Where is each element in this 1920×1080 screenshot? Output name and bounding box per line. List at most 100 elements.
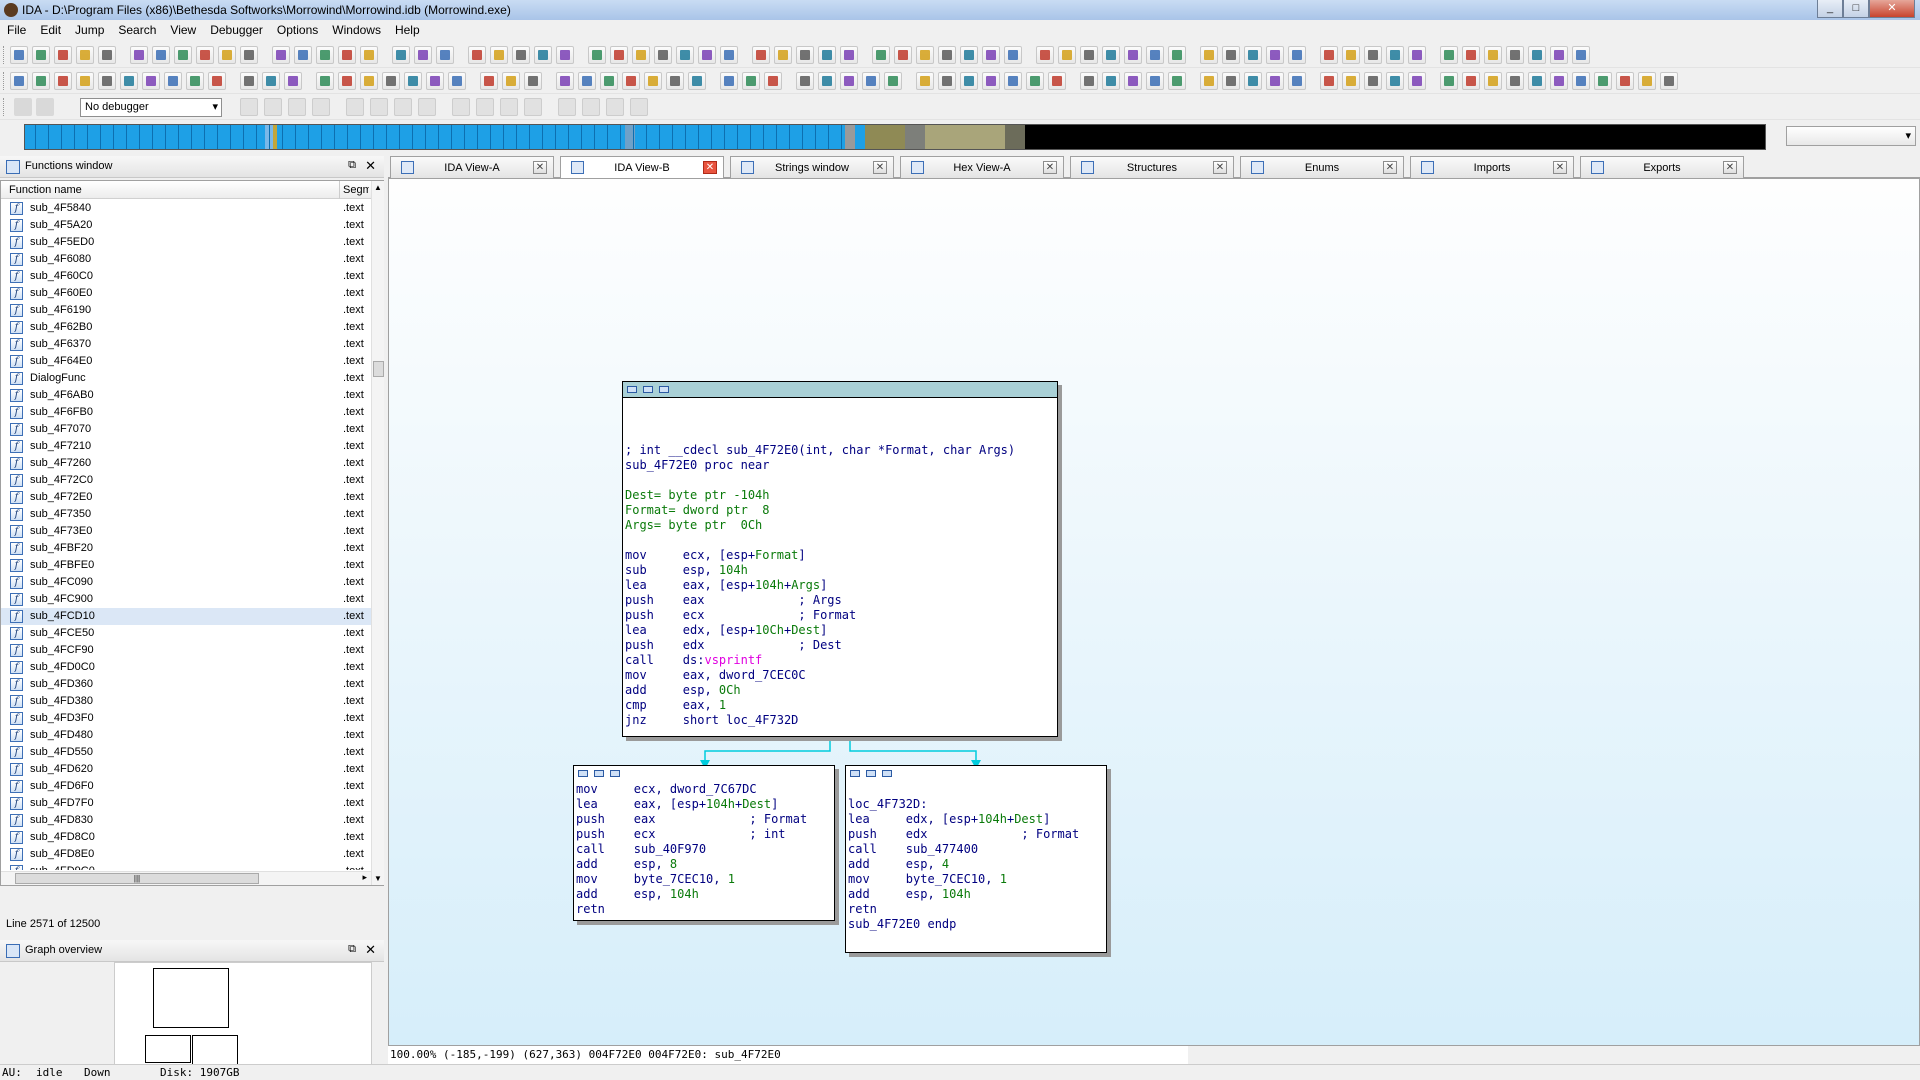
toolbar-button-icon[interactable] [556, 46, 574, 64]
close-icon[interactable]: ✕ [1553, 161, 1567, 174]
tab-enums[interactable]: Enums ✕ [1240, 156, 1404, 178]
toolbar-button-icon[interactable] [1342, 72, 1360, 90]
menu-debugger[interactable]: Debugger [203, 20, 270, 37]
toolbar-button-icon[interactable] [1048, 72, 1066, 90]
toolbar-button-icon[interactable] [654, 46, 672, 64]
toolbar-button-icon[interactable] [1102, 46, 1120, 64]
toolbar-button-icon[interactable] [76, 46, 94, 64]
function-row[interactable]: f sub_4FC900 .text [1, 591, 371, 608]
close-icon[interactable]: ✕ [1043, 161, 1057, 174]
toolbar-button-icon[interactable] [1200, 46, 1218, 64]
column-segment[interactable]: Segment [343, 184, 369, 196]
toolbar-button-icon[interactable] [818, 72, 836, 90]
function-row[interactable]: f sub_4F6370 .text [1, 336, 371, 353]
function-row[interactable]: f sub_4FCD10 .text [1, 608, 371, 625]
debugger-step-icon[interactable] [346, 98, 364, 116]
function-row[interactable]: f sub_4FD480 .text [1, 727, 371, 744]
toolbar-button-icon[interactable] [688, 72, 706, 90]
maximize-button[interactable]: □ [1843, 0, 1869, 18]
tab-imports[interactable]: Imports ✕ [1410, 156, 1574, 178]
function-row[interactable]: f sub_4FCE50 .text [1, 625, 371, 642]
toolbar-button-icon[interactable] [938, 72, 956, 90]
toolbar-button-icon[interactable] [1550, 72, 1568, 90]
toolbar-button-icon[interactable] [1058, 46, 1076, 64]
toolbar-button-icon[interactable] [142, 72, 160, 90]
toolbar-button-icon[interactable] [1638, 72, 1656, 90]
toolbar-button-icon[interactable] [960, 72, 978, 90]
scroll-up-icon[interactable]: ▲ [374, 183, 382, 192]
debugger-step-icon[interactable] [630, 98, 648, 116]
graph-node-fallthrough[interactable]: mov ecx, dword_7C67DC lea eax, [esp+104h… [573, 765, 835, 921]
toolbar-button-icon[interactable] [840, 72, 858, 90]
toolbar-button-icon[interactable] [512, 46, 530, 64]
navigation-band[interactable] [24, 124, 1766, 150]
toolbar-button-icon[interactable] [1594, 72, 1612, 90]
toolbar-button-icon[interactable] [338, 72, 356, 90]
toolbar-button-icon[interactable] [98, 46, 116, 64]
function-row[interactable]: f sub_4FD360 .text [1, 676, 371, 693]
toolbar-button-icon[interactable] [120, 72, 138, 90]
tab-ida-view-a[interactable]: IDA View-A ✕ [390, 156, 554, 178]
function-row[interactable]: f sub_4FC090 .text [1, 574, 371, 591]
hscroll-thumb[interactable]: ||| [15, 873, 259, 884]
toolbar-button-icon[interactable] [10, 46, 28, 64]
functions-horizontal-scrollbar[interactable]: ||| ▸ [1, 871, 371, 885]
toolbar-button-icon[interactable] [480, 72, 498, 90]
toolbar-button-icon[interactable] [894, 46, 912, 64]
function-row[interactable]: f sub_4F5A20 .text [1, 217, 371, 234]
toolbar-button-icon[interactable] [1266, 72, 1284, 90]
toolbar-button-icon[interactable] [10, 72, 28, 90]
function-row[interactable]: f sub_4FD0C0 .text [1, 659, 371, 676]
toolbar-button-icon[interactable] [1080, 72, 1098, 90]
toolbar-button-icon[interactable] [502, 72, 520, 90]
function-row[interactable]: f sub_4F7210 .text [1, 438, 371, 455]
function-row[interactable]: f sub_4F7260 .text [1, 455, 371, 472]
toolbar-button-icon[interactable] [1660, 72, 1678, 90]
toolbar-button-icon[interactable] [284, 72, 302, 90]
toolbar-button-icon[interactable] [360, 72, 378, 90]
toolbar-button-icon[interactable] [1244, 46, 1262, 64]
toolbar-button-icon[interactable] [588, 46, 606, 64]
debugger-step-icon[interactable] [370, 98, 388, 116]
function-row[interactable]: f sub_4F5ED0 .text [1, 234, 371, 251]
toolbar-button-icon[interactable] [632, 46, 650, 64]
toolbar-button-icon[interactable] [1528, 72, 1546, 90]
graph-node-loc-4f732d[interactable]: loc_4F732D: lea edx, [esp+104h+Dest] pus… [845, 765, 1107, 953]
close-icon[interactable]: ✕ [533, 161, 547, 174]
toolbar-button-icon[interactable] [1168, 72, 1186, 90]
function-row[interactable]: f sub_4FD8C0 .text [1, 829, 371, 846]
toolbar-button-icon[interactable] [174, 46, 192, 64]
debugger-step-icon[interactable] [524, 98, 542, 116]
function-row[interactable]: f sub_4FD8E0 .text [1, 846, 371, 863]
toolbar-button-icon[interactable] [1288, 72, 1306, 90]
toolbar-button-icon[interactable] [404, 72, 422, 90]
debugger-control-icon[interactable] [36, 98, 54, 116]
toolbar-button-icon[interactable] [1440, 72, 1458, 90]
toolbar-button-icon[interactable] [720, 72, 738, 90]
toolbar-button-icon[interactable] [1550, 46, 1568, 64]
menu-search[interactable]: Search [111, 20, 163, 37]
close-icon[interactable]: ✕ [1723, 161, 1737, 174]
debugger-step-icon[interactable] [606, 98, 624, 116]
toolbar-button-icon[interactable] [1506, 46, 1524, 64]
toolbar-button-icon[interactable] [556, 72, 574, 90]
toolbar-button-icon[interactable] [1364, 46, 1382, 64]
float-pane-icon[interactable]: ⧉ [348, 943, 356, 956]
function-row[interactable]: f sub_4FCF90 .text [1, 642, 371, 659]
toolbar-button-icon[interactable] [76, 72, 94, 90]
menu-options[interactable]: Options [270, 20, 325, 37]
function-row[interactable]: f sub_4F6190 .text [1, 302, 371, 319]
debugger-step-icon[interactable] [558, 98, 576, 116]
toolbar-button-icon[interactable] [720, 46, 738, 64]
toolbar-button-icon[interactable] [1572, 46, 1590, 64]
debugger-step-icon[interactable] [394, 98, 412, 116]
debugger-step-icon[interactable] [418, 98, 436, 116]
toolbar-button-icon[interactable] [218, 46, 236, 64]
toolbar-button-icon[interactable] [1004, 72, 1022, 90]
toolbar-button-icon[interactable] [1320, 46, 1338, 64]
menu-edit[interactable]: Edit [33, 20, 68, 37]
function-row[interactable]: f sub_4F5840 .text [1, 200, 371, 217]
toolbar-button-icon[interactable] [1386, 46, 1404, 64]
toolbar-button-icon[interactable] [1222, 72, 1240, 90]
close-icon[interactable]: ✕ [365, 942, 376, 958]
